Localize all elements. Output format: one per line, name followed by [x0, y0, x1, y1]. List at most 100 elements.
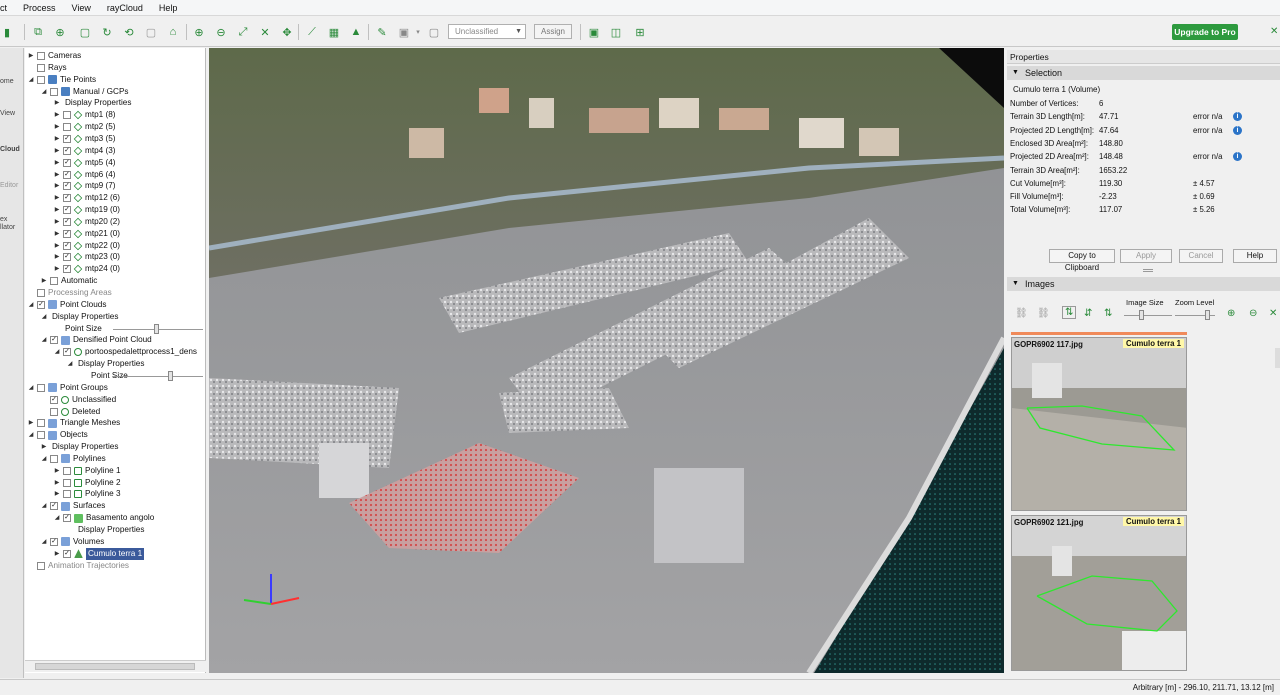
slider-knob[interactable]	[1139, 310, 1144, 320]
visibility-checkbox[interactable]	[50, 87, 58, 96]
strip-label[interactable]: llator	[0, 224, 15, 231]
visibility-checkbox[interactable]: ✓	[50, 336, 58, 345]
tree-node[interactable]: ◢ ✓ Densified Point Cloud	[40, 334, 152, 346]
point-size-slider[interactable]	[113, 370, 203, 381]
tree-node[interactable]: ▶ Polyline 2	[53, 477, 121, 489]
expand-toggle-icon[interactable]: ▶	[53, 204, 61, 216]
point-cloud-scene[interactable]	[209, 48, 1004, 673]
visibility-checkbox[interactable]	[63, 111, 71, 120]
cancel-button[interactable]: Cancel	[1179, 249, 1223, 263]
tree-node[interactable]: ▶ ✓ mtp5 (4)	[53, 157, 115, 169]
visibility-checkbox[interactable]: ✓	[63, 514, 71, 523]
tree-node[interactable]: ▶ ✓ mtp20 (2)	[53, 216, 120, 228]
visibility-checkbox[interactable]: ✓	[63, 241, 71, 250]
window-split-icon[interactable]: ◫	[609, 25, 623, 39]
visibility-checkbox[interactable]	[37, 75, 45, 84]
classify-icon[interactable]: ▢	[427, 25, 441, 39]
info-icon[interactable]: i	[1233, 152, 1242, 162]
tree-node[interactable]: ▶ ✓ mtp19 (0)	[53, 204, 120, 216]
window-grid-icon[interactable]: ⊞	[633, 25, 647, 39]
edit-pen-icon[interactable]: ✎	[375, 25, 389, 39]
visibility-checkbox[interactable]	[37, 63, 45, 72]
visibility-checkbox[interactable]	[37, 561, 45, 570]
sort-icon[interactable]: ⇅	[1062, 306, 1077, 319]
expand-toggle-icon[interactable]: ▶	[53, 145, 61, 157]
visibility-checkbox[interactable]	[37, 52, 45, 60]
expand-toggle-icon[interactable]: ▶	[53, 97, 61, 109]
visibility-checkbox[interactable]	[63, 478, 71, 487]
strip-label[interactable]: Editor	[0, 182, 18, 189]
visibility-checkbox[interactable]: ✓	[63, 229, 71, 238]
expand-toggle-icon[interactable]: ▶	[53, 216, 61, 228]
tree-node[interactable]: ◢ Manual / GCPs	[40, 86, 129, 98]
tree-node[interactable]: ▶ Display Properties	[40, 441, 119, 453]
measure-volume-icon[interactable]: ▲	[349, 25, 363, 39]
visibility-checkbox[interactable]	[63, 490, 71, 499]
classification-select[interactable]: Unclassified ▼	[448, 24, 526, 39]
select-tool-icon[interactable]: ▣	[397, 25, 411, 39]
visibility-checkbox[interactable]	[37, 289, 45, 297]
visibility-checkbox[interactable]: ✓	[63, 253, 71, 262]
images-scrollbar[interactable]	[1275, 348, 1280, 368]
view-front-icon[interactable]: ▢	[78, 25, 92, 39]
tree-node[interactable]: ◢ Objects	[27, 429, 88, 441]
visibility-checkbox[interactable]: ✓	[63, 265, 71, 274]
tree-node[interactable]: ✓ Unclassified	[40, 394, 116, 406]
tree-node[interactable]: ▶ Polyline 1	[53, 465, 121, 477]
view-home-icon[interactable]: ⌂	[166, 25, 180, 39]
splitter-handle[interactable]	[1143, 269, 1153, 272]
tree-node[interactable]: ◢ ✓ Surfaces	[40, 500, 105, 512]
visibility-checkbox[interactable]: ✓	[63, 206, 71, 215]
visibility-checkbox[interactable]: ✓	[63, 146, 71, 155]
visibility-checkbox[interactable]: ✓	[63, 170, 71, 179]
menu-item-partial[interactable]: ct	[0, 0, 15, 16]
tree-node[interactable]: ▶ mtp1 (8)	[53, 109, 115, 121]
expand-toggle-icon[interactable]: ▶	[53, 109, 61, 121]
tree-node[interactable]: Point Size	[53, 323, 102, 335]
sort-asc-icon[interactable]: ⇵	[1084, 308, 1092, 319]
point-size-slider[interactable]	[113, 323, 203, 334]
expand-toggle-icon[interactable]: ▶	[27, 417, 35, 429]
expand-toggle-icon[interactable]: ▶	[53, 180, 61, 192]
scrollbar-thumb[interactable]	[35, 663, 195, 670]
chevron-down-icon[interactable]: ▾	[411, 25, 425, 39]
visibility-checkbox[interactable]: ✓	[50, 395, 58, 404]
strip-label[interactable]: ex	[0, 216, 7, 223]
expand-toggle-icon[interactable]: ▶	[40, 275, 48, 287]
pan-icon[interactable]: ✥	[280, 25, 294, 39]
visibility-checkbox[interactable]: ✓	[63, 182, 71, 191]
tree-node[interactable]: ◢ Point Groups	[27, 382, 108, 394]
visibility-checkbox[interactable]	[37, 419, 45, 428]
strip-label[interactable]: ome	[0, 78, 14, 85]
expand-toggle-icon[interactable]: ◢	[27, 299, 35, 311]
tree-node[interactable]: ◢ ✓ Basamento angolo	[53, 512, 154, 524]
layers-icon[interactable]: ⧉	[31, 25, 45, 39]
expand-toggle-icon[interactable]: ▶	[53, 488, 61, 500]
visibility-checkbox[interactable]: ✓	[37, 300, 45, 309]
image-size-slider[interactable]	[1124, 310, 1172, 320]
visibility-checkbox[interactable]: ✓	[63, 134, 71, 143]
crosshair-icon[interactable]: ⊕	[53, 25, 67, 39]
tree-node[interactable]: ▶ ✓ mtp21 (0)	[53, 228, 120, 240]
menu-item-raycloud[interactable]: rayCloud	[99, 0, 151, 16]
view-reset-icon[interactable]: ⟲	[122, 25, 136, 39]
zoom-level-slider[interactable]	[1175, 310, 1215, 320]
visibility-checkbox[interactable]	[37, 431, 45, 440]
expand-toggle-icon[interactable]: ▶	[53, 228, 61, 240]
expand-toggle-icon[interactable]: ◢	[40, 86, 48, 98]
visibility-checkbox[interactable]	[37, 383, 45, 392]
selection-section-header[interactable]: ▼ Selection	[1007, 66, 1280, 80]
help-button[interactable]: Help	[1233, 249, 1277, 263]
tree-node[interactable]: ◢ Polylines	[40, 453, 106, 465]
zoom-extent-icon[interactable]: ⤢	[236, 25, 250, 39]
partial-icon[interactable]: ▮	[0, 25, 14, 39]
tree-node[interactable]: ◢ ✓ Point Clouds	[27, 299, 106, 311]
visibility-checkbox[interactable]	[63, 123, 71, 132]
expand-toggle-icon[interactable]: ◢	[27, 429, 35, 441]
expand-toggle-icon[interactable]: ▶	[53, 251, 61, 263]
copy-to-clipboard-button[interactable]: Copy to Clipboard	[1049, 249, 1115, 272]
menu-item-help[interactable]: Help	[151, 0, 186, 16]
expand-toggle-icon[interactable]: ▶	[53, 169, 61, 181]
expand-toggle-icon[interactable]: ◢	[40, 500, 48, 512]
tree-node[interactable]: Animation Trajectories	[27, 560, 129, 572]
